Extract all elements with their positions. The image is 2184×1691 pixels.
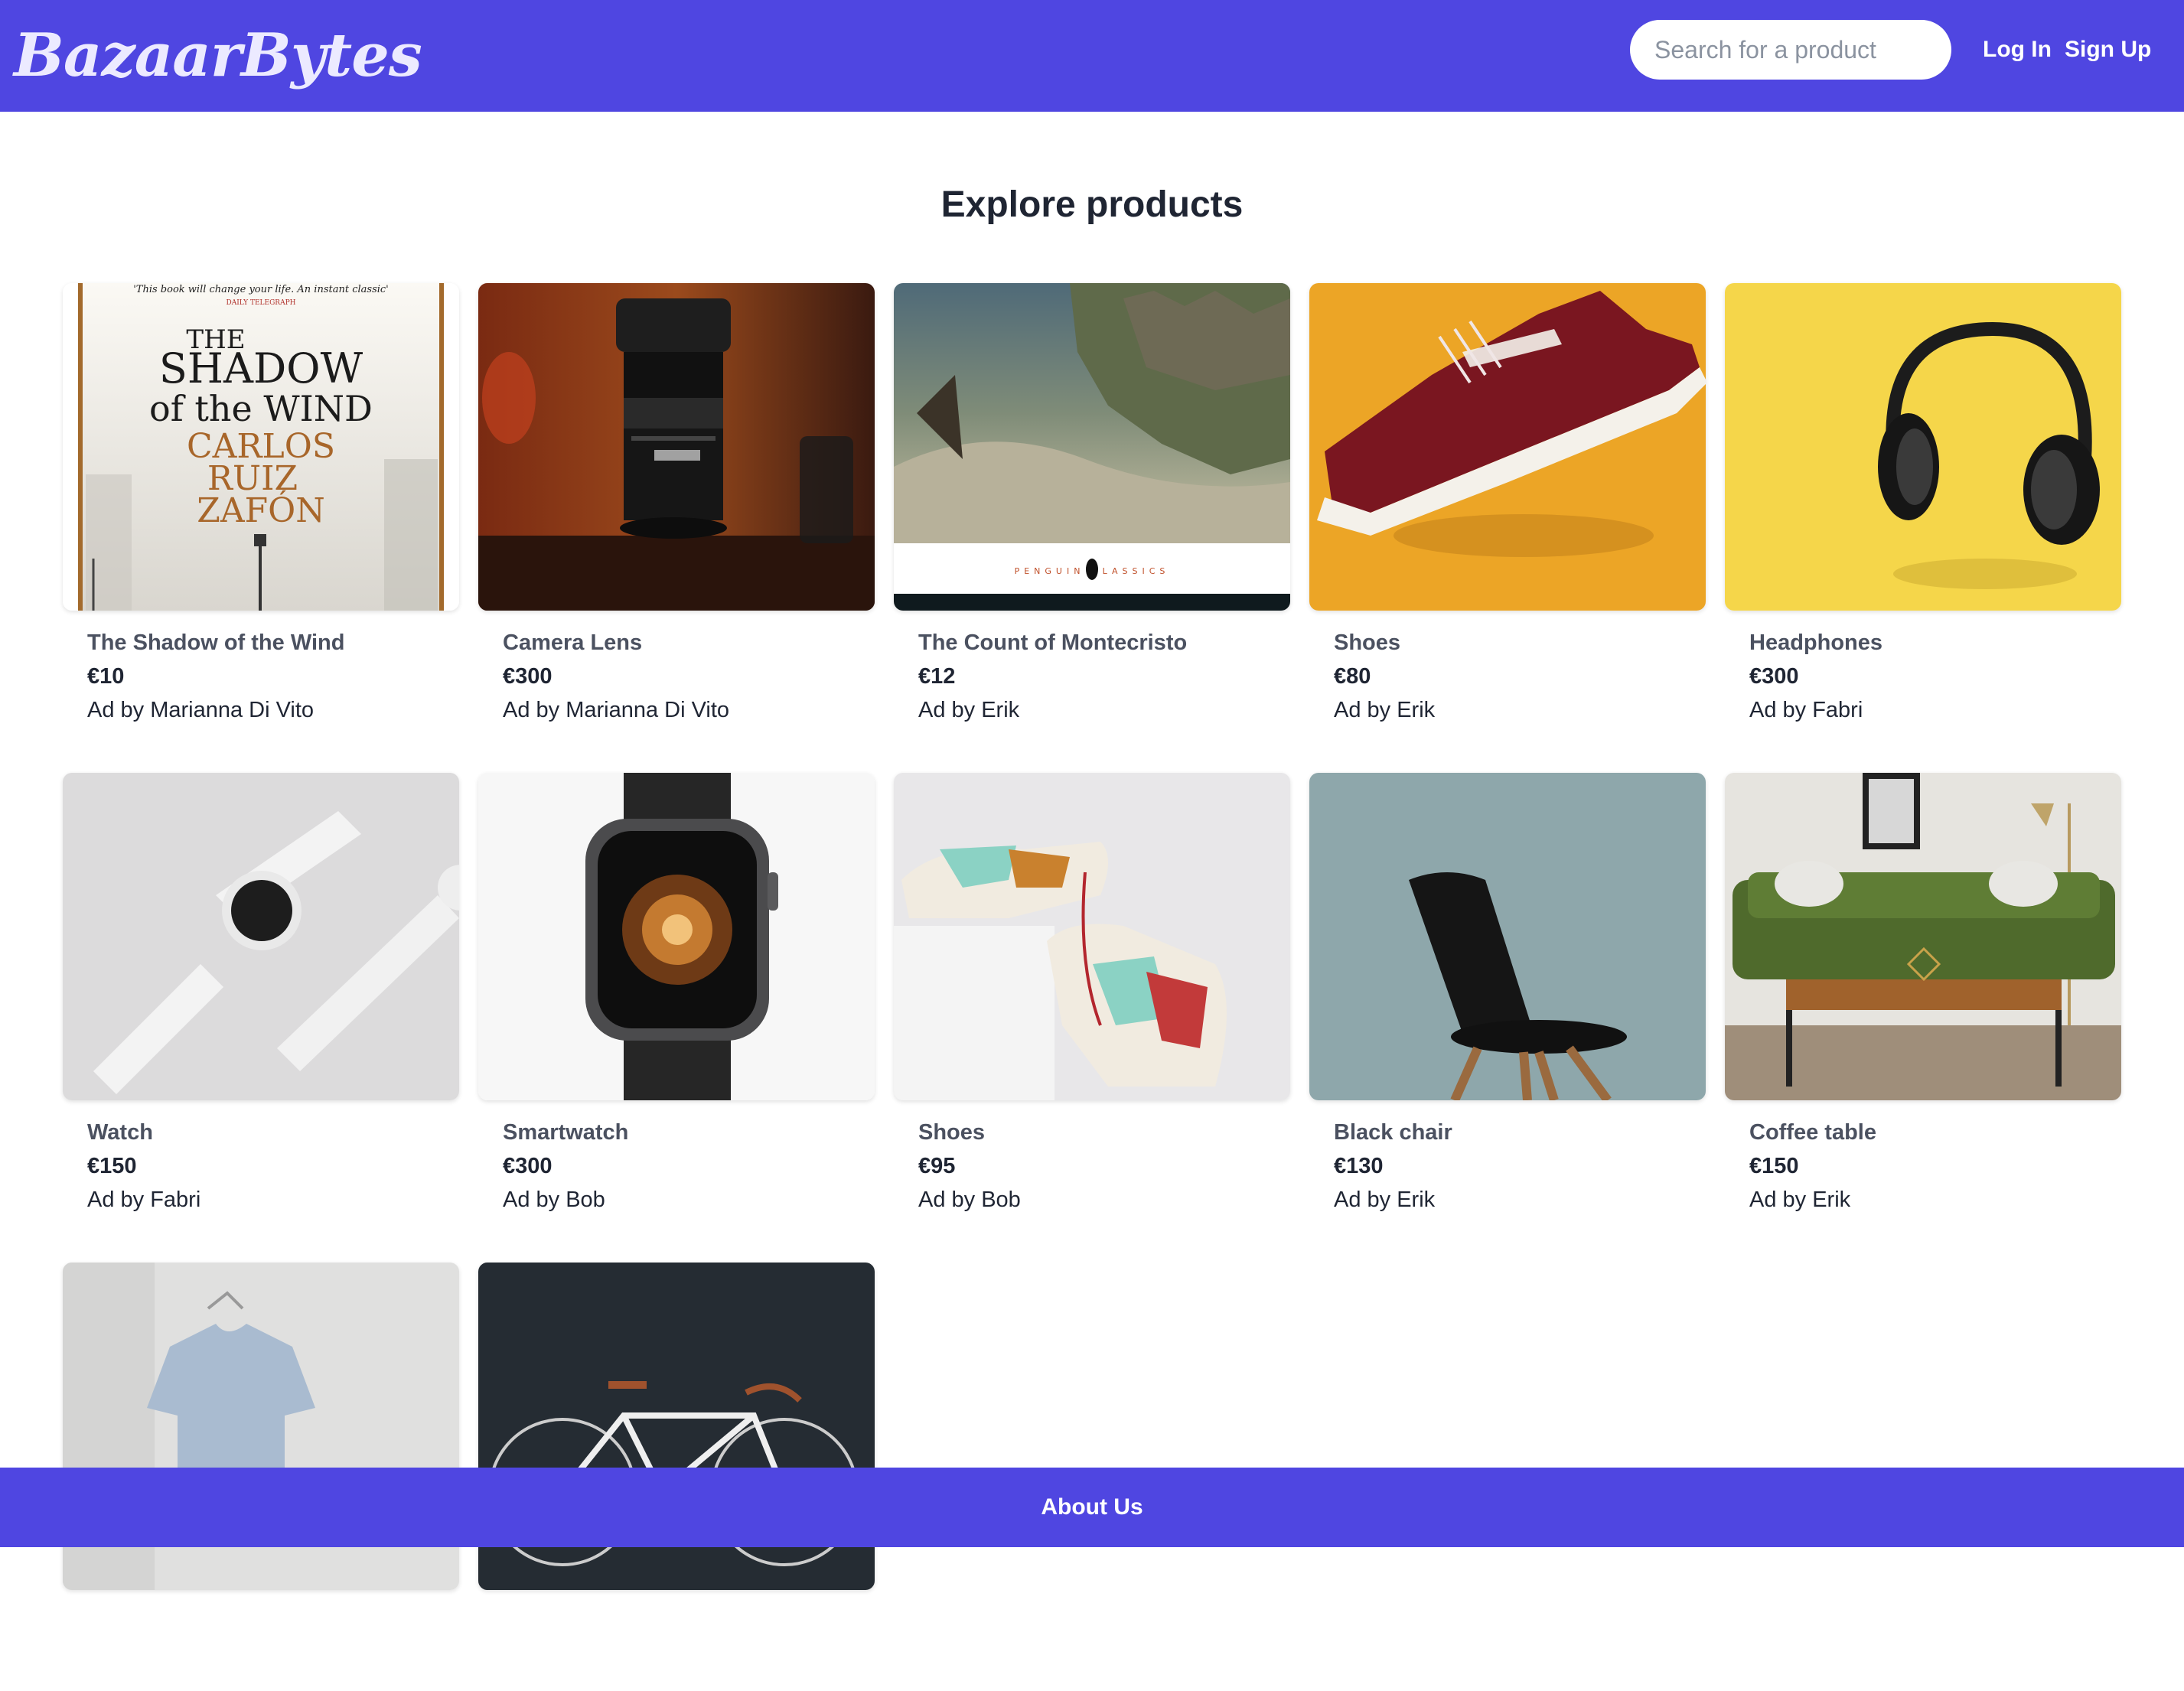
product-title: Camera Lens xyxy=(503,630,643,655)
product-title: Black chair xyxy=(1334,1120,1452,1145)
about-us-link[interactable]: About Us xyxy=(1041,1491,1143,1524)
product-title: Shoes xyxy=(918,1120,986,1145)
product-seller: Ad by Fabri xyxy=(87,1188,201,1212)
product-card[interactable]: 'This book will change your life. An ins… xyxy=(63,283,459,722)
camera-lens-image[interactable] xyxy=(478,283,875,611)
product-seller: Ad by Erik xyxy=(918,698,1020,722)
product-card[interactable]: Headphones €300 Ad by Fabri xyxy=(1725,283,2121,722)
book-painting-image[interactable]: PENGUIN CLASSICS xyxy=(894,283,1290,611)
product-title: The Count of Montecristo xyxy=(918,630,1188,655)
product-title: Coffee table xyxy=(1749,1120,1876,1145)
product-seller: Ad by Fabri xyxy=(1749,698,1863,722)
smartwatch-image[interactable] xyxy=(478,773,875,1100)
product-card[interactable]: Coffee table €150 Ad by Erik xyxy=(1725,773,2121,1212)
cover-title-shadow: SHADOW xyxy=(159,344,363,393)
product-seller: Ad by Marianna Di Vito xyxy=(87,698,315,722)
product-price: €300 xyxy=(503,664,553,689)
logo[interactable]: BazaarBytes xyxy=(14,14,422,98)
product-card[interactable]: Watch €150 Ad by Fabri xyxy=(63,773,459,1212)
book-cover-image[interactable]: 'This book will change your life. An ins… xyxy=(63,283,459,611)
white-watch-image[interactable] xyxy=(63,773,459,1100)
product-price: €300 xyxy=(503,1154,553,1178)
search-input[interactable] xyxy=(1630,20,1951,80)
product-title: The Shadow of the Wind xyxy=(87,630,345,655)
product-title: Watch xyxy=(87,1120,153,1145)
product-card[interactable]: Black chair €130 Ad by Erik xyxy=(1309,773,1706,1212)
product-card[interactable]: PENGUIN CLASSICS The Count of Montecrist… xyxy=(894,283,1290,722)
product-price: €130 xyxy=(1334,1154,1384,1178)
product-price: €300 xyxy=(1749,664,1799,689)
living-room-image[interactable] xyxy=(1725,773,2121,1100)
product-seller: Ad by Erik xyxy=(1334,1188,1436,1212)
product-seller: Ad by Marianna Di Vito xyxy=(503,698,730,722)
product-price: €10 xyxy=(87,664,125,689)
cover-quote: 'This book will change your life. An ins… xyxy=(133,284,389,295)
sneakers-pair-image[interactable] xyxy=(894,773,1290,1100)
product-price: €150 xyxy=(1749,1154,1799,1178)
product-seller: Ad by Bob xyxy=(503,1188,605,1212)
product-seller: Ad by Erik xyxy=(1749,1188,1851,1212)
product-card[interactable]: Smartwatch €300 Ad by Bob xyxy=(478,773,875,1212)
product-title: Shoes xyxy=(1334,630,1401,655)
product-card[interactable]: Shoes €80 Ad by Erik xyxy=(1309,283,1706,722)
product-title: Smartwatch xyxy=(503,1120,629,1145)
red-sneaker-image[interactable] xyxy=(1309,283,1706,611)
page-title: Explore products xyxy=(940,184,1244,225)
product-card[interactable]: Camera Lens €300 Ad by Marianna Di Vito xyxy=(478,283,875,722)
product-seller: Ad by Erik xyxy=(1334,698,1436,722)
cover-author-3: ZAFÓN xyxy=(197,490,324,530)
black-chair-image[interactable] xyxy=(1309,773,1706,1100)
login-link[interactable]: Log In xyxy=(1983,31,2052,69)
product-card[interactable]: Shoes €95 Ad by Bob xyxy=(894,773,1290,1212)
product-price: €12 xyxy=(918,664,956,689)
product-seller: Ad by Bob xyxy=(918,1188,1021,1212)
top-navbar: BazaarBytes Log In Sign Up xyxy=(0,0,2184,112)
cover-source: DAILY TELEGRAPH xyxy=(227,299,296,307)
footer: About Us xyxy=(0,1468,2184,1547)
cover-title-wind: of the WIND xyxy=(149,388,373,429)
product-price: €150 xyxy=(87,1154,137,1178)
product-price: €80 xyxy=(1334,664,1371,689)
product-title: Headphones xyxy=(1749,630,1883,655)
product-price: €95 xyxy=(918,1154,956,1178)
headphones-image[interactable] xyxy=(1725,283,2121,611)
signup-link[interactable]: Sign Up xyxy=(2065,31,2151,69)
